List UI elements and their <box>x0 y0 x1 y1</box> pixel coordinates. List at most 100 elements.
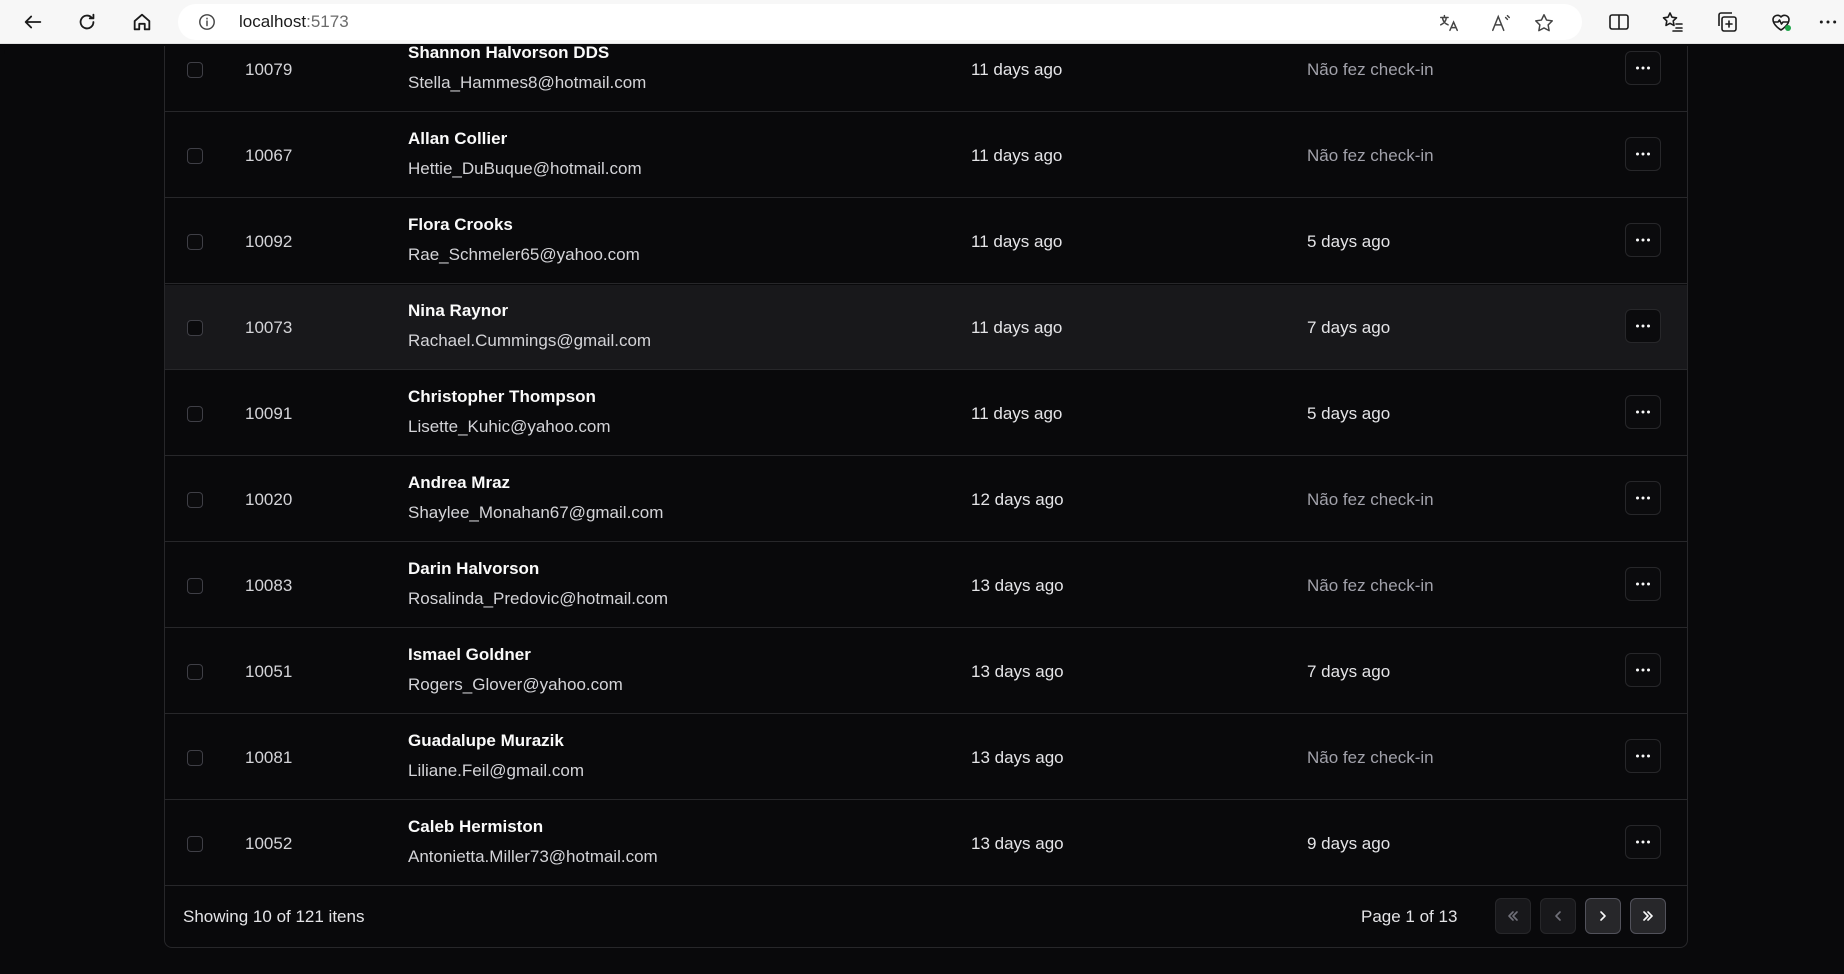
home-button[interactable] <box>127 7 157 37</box>
more-horizontal-icon <box>1636 668 1650 672</box>
attendee-name: Christopher Thompson <box>408 387 596 406</box>
row-checkbox[interactable] <box>187 750 203 766</box>
favorites-button[interactable] <box>1660 9 1686 35</box>
items-count: Showing 10 of 121 itens <box>183 907 365 926</box>
checkin-date: Não fez check-in <box>1307 490 1434 509</box>
row-actions-button[interactable] <box>1625 309 1661 343</box>
table-row: 10081 Guadalupe Murazik Liliane.Feil@gma… <box>165 715 1687 800</box>
row-checkbox[interactable] <box>187 62 203 78</box>
attendee-code: 10073 <box>245 318 293 337</box>
attendee-name: Andrea Mraz <box>408 473 511 492</box>
attendee-name: Darin Halvorson <box>408 559 540 578</box>
favorite-button[interactable] <box>1533 12 1555 34</box>
row-checkbox[interactable] <box>187 492 203 508</box>
row-actions-button[interactable] <box>1625 51 1661 85</box>
row-checkbox[interactable] <box>187 234 203 250</box>
attendee-email: Rae_Schmeler65@yahoo.com <box>408 245 640 264</box>
settings-more-button[interactable] <box>1818 9 1838 35</box>
refresh-button[interactable] <box>72 7 102 37</box>
checkin-date: 7 days ago <box>1307 662 1391 681</box>
row-checkbox[interactable] <box>187 664 203 680</box>
more-horizontal-icon <box>1636 410 1650 414</box>
next-page-button[interactable] <box>1585 898 1621 934</box>
table-row: 10020 Andrea Mraz Shaylee_Monahan67@gmai… <box>165 457 1687 542</box>
split-screen-button[interactable] <box>1606 9 1632 35</box>
row-actions-button[interactable] <box>1625 395 1661 429</box>
attendees-table: 10079 Shannon Halvorson DDS Stella_Hamme… <box>164 46 1688 948</box>
row-actions-button[interactable] <box>1625 137 1661 171</box>
attendee-name: Caleb Hermiston <box>408 817 544 836</box>
row-checkbox[interactable] <box>187 836 203 852</box>
attendee-name: Flora Crooks <box>408 215 513 234</box>
row-actions-button[interactable] <box>1625 223 1661 257</box>
row-checkbox[interactable] <box>187 320 203 336</box>
heart-pulse-icon <box>1772 14 1791 31</box>
attendee-name: Shannon Halvorson DDS <box>408 46 610 62</box>
attendee-code: 10083 <box>245 576 293 595</box>
page-indicator: Page 1 of 13 <box>1361 907 1458 926</box>
home-icon <box>133 13 151 31</box>
table-row: 10092 Flora Crooks Rae_Schmeler65@yahoo.… <box>165 199 1687 284</box>
registration-date: 11 days ago <box>971 318 1063 337</box>
attendee-name: Guadalupe Murazik <box>408 731 564 750</box>
refresh-icon <box>79 13 95 30</box>
attendee-email: Liliane.Feil@gmail.com <box>408 761 584 780</box>
registration-date: 12 days ago <box>971 490 1064 509</box>
checkin-date: Não fez check-in <box>1307 576 1434 595</box>
address-bar[interactable]: localhost:5173 <box>178 4 1582 40</box>
attendee-name: Nina Raynor <box>408 301 509 320</box>
more-horizontal-icon <box>1636 754 1650 758</box>
checkin-date: 5 days ago <box>1307 232 1391 251</box>
collections-button[interactable] <box>1714 9 1740 35</box>
row-actions-button[interactable] <box>1625 481 1661 515</box>
attendee-code: 10091 <box>245 404 293 423</box>
attendee-email: Shaylee_Monahan67@gmail.com <box>408 503 664 522</box>
checkin-date: Não fez check-in <box>1307 60 1434 79</box>
registration-date: 11 days ago <box>971 146 1063 165</box>
more-horizontal-icon <box>1636 582 1650 586</box>
chevrons-left-icon <box>1508 911 1518 921</box>
row-actions-button[interactable] <box>1625 653 1661 687</box>
registration-date: 11 days ago <box>971 60 1063 79</box>
translate-icon <box>1440 14 1458 32</box>
more-horizontal-icon <box>1636 840 1650 844</box>
attendee-email: Antonietta.Miller73@hotmail.com <box>408 847 658 866</box>
browser-essentials-button[interactable] <box>1768 9 1794 35</box>
row-actions-button[interactable] <box>1625 825 1661 859</box>
translate-button[interactable] <box>1438 12 1460 34</box>
last-page-button[interactable] <box>1630 898 1666 934</box>
row-actions-button[interactable] <box>1625 567 1661 601</box>
row-checkbox[interactable] <box>187 148 203 164</box>
table-row: 10079 Shannon Halvorson DDS Stella_Hamme… <box>165 46 1687 112</box>
registration-date: 11 days ago <box>971 232 1063 251</box>
url-text: localhost:5173 <box>239 12 349 31</box>
table-row: 10051 Ismael Goldner Rogers_Glover@yahoo… <box>165 629 1687 714</box>
registration-date: 13 days ago <box>971 834 1064 853</box>
info-icon[interactable] <box>198 13 216 31</box>
table-row: 10073 Nina Raynor Rachael.Cummings@gmail… <box>165 285 1687 370</box>
read-aloud-icon <box>1492 14 1510 32</box>
back-button[interactable] <box>18 7 48 37</box>
registration-date: 13 days ago <box>971 662 1064 681</box>
first-page-button[interactable] <box>1495 898 1531 934</box>
star-icon <box>1535 14 1553 32</box>
attendee-code: 10081 <box>245 748 293 767</box>
registration-date: 13 days ago <box>971 576 1064 595</box>
read-aloud-button[interactable] <box>1490 12 1512 34</box>
favorites-list-icon <box>1662 12 1683 32</box>
browser-toolbar: localhost:5173 <box>0 0 1844 44</box>
row-actions-button[interactable] <box>1625 739 1661 773</box>
table-row: 10052 Caleb Hermiston Antonietta.Miller7… <box>165 801 1687 886</box>
more-horizontal-icon <box>1636 496 1650 500</box>
previous-page-button[interactable] <box>1540 898 1576 934</box>
row-checkbox[interactable] <box>187 406 203 422</box>
more-horizontal-icon <box>1636 66 1650 70</box>
row-checkbox[interactable] <box>187 578 203 594</box>
split-screen-icon <box>1609 14 1629 30</box>
attendee-code: 10079 <box>245 60 293 79</box>
chevrons-right-icon <box>1643 911 1653 921</box>
collections-icon <box>1718 12 1737 32</box>
checkin-date: 5 days ago <box>1307 404 1391 423</box>
registration-date: 13 days ago <box>971 748 1064 767</box>
attendee-name: Allan Collier <box>408 129 508 148</box>
